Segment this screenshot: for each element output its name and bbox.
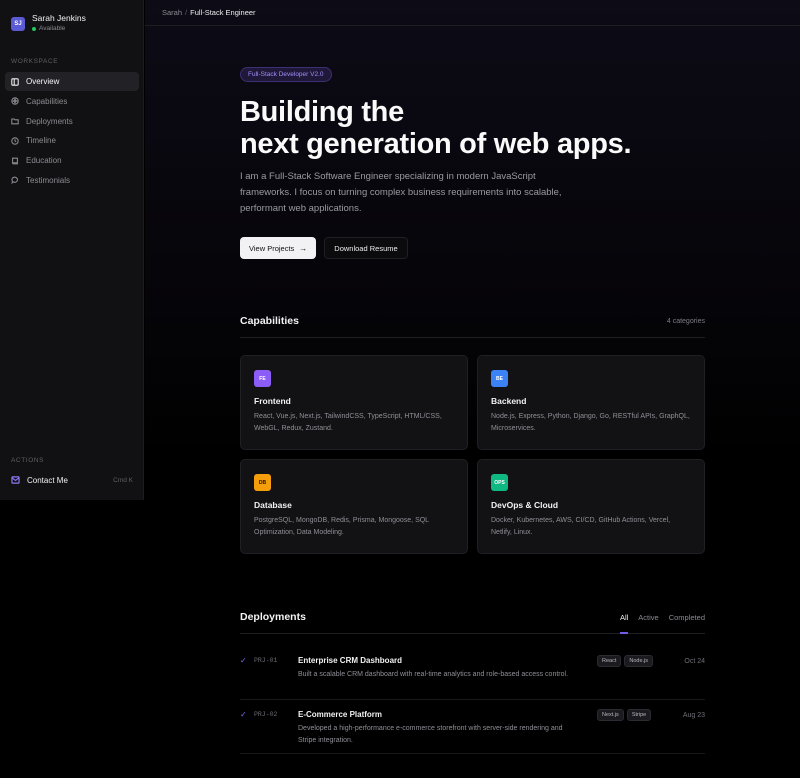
- main-content: Sarah / Full-Stack Engineer Full-Stack D…: [145, 0, 800, 778]
- hero-description: I am a Full-Stack Software Engineer spec…: [240, 171, 562, 214]
- project-code: PRJ-01: [254, 657, 278, 664]
- sidebar-item-deployments[interactable]: Deployments: [5, 112, 139, 131]
- hero: Full-Stack Developer V2.0 Building the n…: [240, 63, 705, 259]
- breadcrumb-separator: /: [185, 8, 188, 17]
- chat-icon: [11, 177, 18, 185]
- capabilities-title: Capabilities: [240, 315, 299, 327]
- capability-card-database[interactable]: DB Database PostgreSQL, MongoDB, Redis, …: [240, 459, 468, 554]
- breadcrumb: Sarah / Full-Stack Engineer: [145, 0, 800, 26]
- folder-icon: [11, 118, 19, 125]
- devops-icon: OPS: [491, 474, 508, 491]
- project-title: Enterprise CRM Dashboard: [298, 656, 403, 665]
- sidebar: SJ Sarah Jenkins Available WORKSPACE Ove…: [0, 0, 144, 500]
- frontend-icon: FE: [254, 370, 271, 387]
- sidebar-item-education[interactable]: Education: [5, 151, 139, 170]
- project-description: Built a scalable CRM dashboard with real…: [298, 671, 569, 678]
- profile-name: Sarah Jenkins: [32, 13, 86, 23]
- breadcrumb-current: Full-Stack Engineer: [190, 8, 256, 17]
- project-tags: React Node.js: [597, 655, 656, 667]
- profile[interactable]: SJ Sarah Jenkins Available: [0, 0, 143, 47]
- capabilities-count: 4 categories: [666, 317, 705, 325]
- sidebar-item-overview[interactable]: Overview: [5, 72, 139, 91]
- deployments-section: Deployments All Active Completed ✓ PRJ-0…: [240, 611, 705, 754]
- hero-actions: View Projects → Download Resume: [240, 237, 705, 259]
- deployments-list: ✓ PRJ-01 Enterprise CRM Dashboard Built …: [240, 646, 705, 754]
- tag: Next.js: [597, 709, 624, 721]
- capabilities-header: Capabilities 4 categories: [240, 315, 705, 338]
- deployments-title: Deployments: [240, 611, 306, 623]
- database-icon: DB: [254, 474, 271, 491]
- project-date: Aug 23: [682, 712, 705, 719]
- sparkle-icon: [11, 97, 19, 106]
- layout-icon: [11, 77, 19, 86]
- backend-icon: BE: [491, 370, 508, 387]
- mail-icon: [11, 476, 20, 484]
- project-description: Developed a high-performance e-commerce …: [298, 725, 563, 744]
- status-dot-icon: [32, 27, 36, 31]
- arrow-right-icon: →: [299, 243, 308, 253]
- actions-label: ACTIONS: [11, 457, 45, 464]
- version-badge: Full-Stack Developer V2.0: [240, 67, 332, 82]
- view-projects-button[interactable]: View Projects →: [240, 237, 317, 259]
- workspace-label: WORKSPACE: [11, 58, 59, 65]
- table-row[interactable]: ✓ PRJ-02 E-Commerce Platform Developed a…: [240, 700, 705, 754]
- tag: React: [597, 655, 622, 667]
- tab-all[interactable]: All: [619, 613, 629, 634]
- check-icon: ✓: [240, 656, 247, 665]
- capability-card-backend[interactable]: BE Backend Node.js, Express, Python, Dja…: [477, 355, 705, 450]
- book-icon: [12, 157, 18, 165]
- sidebar-item-testimonials[interactable]: Testimonials: [5, 171, 139, 190]
- download-resume-button[interactable]: Download Resume: [324, 237, 408, 259]
- capabilities-section: Capabilities 4 categories FE Frontend Re…: [240, 315, 705, 554]
- tab-completed[interactable]: Completed: [669, 613, 705, 622]
- keyboard-shortcut: Cmd K: [113, 476, 133, 484]
- avatar: SJ: [11, 16, 25, 31]
- sidebar-nav: Overview Capabilities Deployments Timeli…: [5, 72, 139, 191]
- hero-title: Building the next generation of web apps…: [240, 96, 632, 160]
- capability-card-devops[interactable]: OPS DevOps & Cloud Docker, Kubernetes, A…: [477, 459, 705, 554]
- deployments-header: Deployments All Active Completed: [240, 611, 705, 634]
- project-code: PRJ-02: [254, 711, 278, 718]
- tab-active[interactable]: Active: [638, 613, 658, 622]
- project-title: E-Commerce Platform: [298, 710, 383, 719]
- tag: Stripe: [626, 709, 652, 721]
- capabilities-grid: FE Frontend React, Vue.js, Next.js, Tail…: [240, 355, 705, 554]
- project-tags: Next.js Stripe: [597, 709, 654, 721]
- profile-status: Available: [32, 24, 86, 34]
- clock-icon: [11, 137, 19, 145]
- check-icon: ✓: [240, 710, 247, 719]
- contact-me-button[interactable]: Contact Me Cmd K: [5, 472, 139, 488]
- deployments-tabs: All Active Completed: [610, 613, 705, 634]
- capability-card-frontend[interactable]: FE Frontend React, Vue.js, Next.js, Tail…: [240, 355, 468, 450]
- sidebar-item-timeline[interactable]: Timeline: [5, 131, 139, 150]
- sidebar-item-capabilities[interactable]: Capabilities: [5, 92, 139, 111]
- project-date: Oct 24: [684, 658, 705, 665]
- tag: Node.js: [624, 655, 654, 667]
- breadcrumb-parent[interactable]: Sarah: [162, 8, 182, 17]
- table-row[interactable]: ✓ PRJ-01 Enterprise CRM Dashboard Built …: [240, 646, 705, 700]
